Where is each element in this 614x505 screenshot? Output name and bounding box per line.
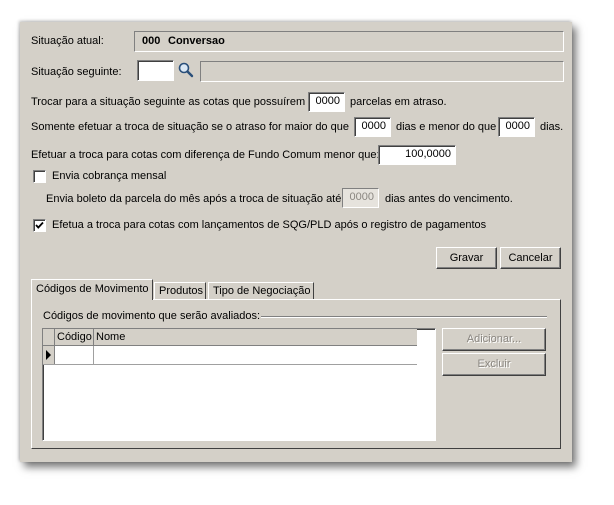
boleto-label: Envia boleto da parcela do mês após a tr… (46, 193, 342, 205)
somente-middle: dias e menor do que (396, 121, 497, 133)
situacao-atual-codigo: 000 (142, 35, 161, 47)
cobranca-mensal-label: Envia cobrança mensal (52, 170, 167, 182)
sqg-pld-label: Efetua a troca para cotas com lançamento… (52, 219, 487, 231)
situacao-atual-field: 000 Conversao (134, 31, 564, 52)
tab-tipo-negociacao[interactable]: Tipo de Negociação (208, 282, 314, 300)
situacao-atual-label: Situação atual: (31, 35, 104, 47)
somente-label: Somente efetuar a troca de situação se o… (31, 121, 349, 133)
cobranca-mensal-checkbox[interactable] (33, 170, 46, 183)
row-pointer-icon (46, 350, 51, 360)
situacao-atual-nome: Conversao (168, 35, 225, 47)
somente-suffix: dias. (540, 121, 564, 133)
tab-produtos[interactable]: Produtos (154, 282, 206, 300)
grid-indicator-header (43, 329, 55, 345)
situacao-seguinte-nome-field (200, 61, 564, 82)
situacao-seguinte-codigo-input[interactable] (137, 60, 174, 81)
atraso-maior-input[interactable]: 0000 (354, 117, 391, 137)
excluir-button[interactable]: Excluir (442, 353, 546, 376)
sqg-pld-checkbox[interactable] (33, 219, 46, 232)
dialog-window: Situação atual: 000 Conversao Situação s… (20, 22, 572, 462)
search-icon[interactable] (177, 61, 195, 79)
boleto-dias-input: 0000 (342, 188, 379, 208)
efetuar-label: Efetuar a troca para cotas com diferença… (31, 149, 380, 161)
trocar-suffix: parcelas em atraso. (350, 96, 447, 108)
group-divider (261, 316, 547, 318)
atraso-menor-input[interactable]: 0000 (498, 117, 535, 137)
parcelas-atraso-input[interactable]: 0000 (308, 92, 345, 112)
column-header-codigo[interactable]: Código (57, 331, 92, 344)
movimento-group-label: Códigos de movimento que serão avaliados… (43, 310, 261, 322)
trocar-label: Trocar para a situação seguinte as cotas… (31, 96, 306, 108)
movimento-grid[interactable]: Código Nome (42, 328, 436, 441)
checkmark-icon (35, 221, 44, 229)
row-indicator (43, 346, 55, 364)
tab-codigos-movimento[interactable]: Códigos de Movimento (31, 279, 153, 300)
adicionar-button[interactable]: Adicionar... (442, 328, 546, 351)
cancelar-button[interactable]: Cancelar (500, 247, 561, 269)
boleto-suffix: dias antes do vencimento. (385, 193, 513, 205)
column-header-nome[interactable]: Nome (96, 331, 125, 344)
gravar-button[interactable]: Gravar (436, 247, 497, 269)
tab-page: Códigos de movimento que serão avaliados… (31, 299, 561, 449)
grid-header-row: Código Nome (43, 329, 417, 346)
table-row[interactable] (43, 346, 417, 365)
situacao-seguinte-label: Situação seguinte: (31, 66, 122, 78)
fundo-comum-input[interactable]: 100,0000 (378, 145, 456, 165)
